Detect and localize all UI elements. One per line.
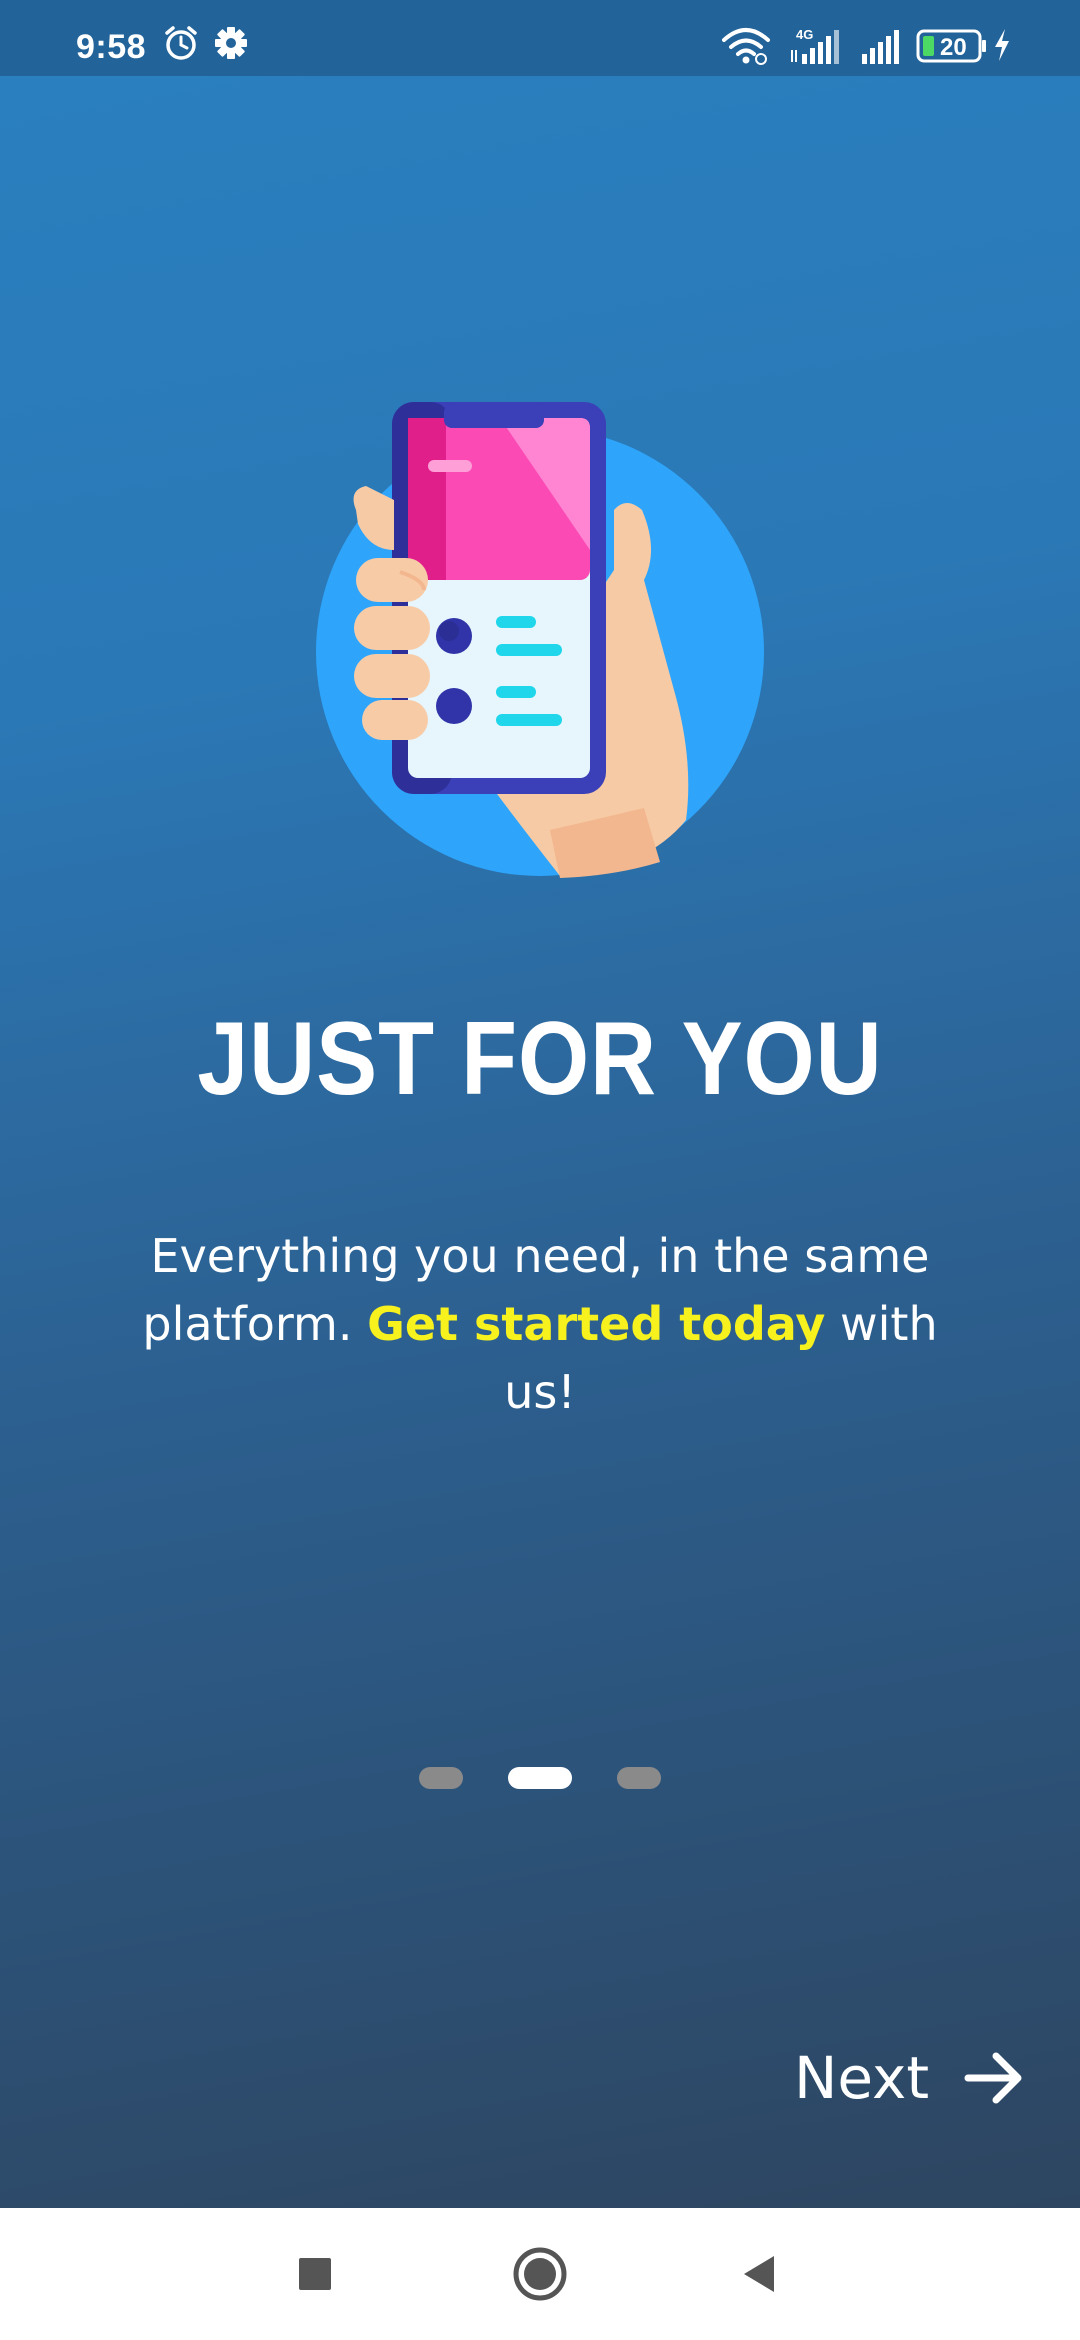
onboarding-subtitle: Everything you need, in the same platfor…	[110, 1222, 970, 1426]
page-dot-3[interactable]	[617, 1767, 661, 1789]
signal-4g-icon: 4G	[788, 26, 850, 70]
triangle-back-icon[interactable]	[730, 2244, 790, 2304]
page-dot-2-active[interactable]	[508, 1767, 572, 1789]
onboarding-title: JUST FOR YOU	[197, 1001, 883, 1117]
battery-icon: 20	[916, 28, 988, 68]
circle-home-icon[interactable]	[510, 2244, 570, 2304]
charging-bolt-icon	[992, 28, 1012, 66]
next-label: Next	[794, 2044, 930, 2112]
status-time: 9:58	[76, 28, 147, 66]
alarm-icon	[162, 24, 200, 66]
system-nav-bar	[0, 2208, 1080, 2340]
hand-holding-phone-illustration	[314, 400, 764, 880]
wifi-icon	[720, 26, 772, 70]
arrow-right-icon	[962, 2046, 1026, 2114]
settings-gear-icon	[212, 24, 250, 66]
onboarding-screen: 9:58 4G 20 JUST FOR YOU Everything you n…	[0, 0, 1080, 2208]
battery-level: 20	[940, 34, 967, 61]
signal-icon	[860, 26, 904, 70]
next-button[interactable]: Next	[790, 2040, 1040, 2120]
subtitle-highlight: Get started today	[367, 1297, 826, 1351]
page-dot-1[interactable]	[419, 1767, 463, 1789]
square-recents-icon[interactable]	[285, 2244, 345, 2304]
network-label: 4G	[796, 27, 813, 42]
status-bar: 9:58 4G 20	[0, 0, 1080, 76]
